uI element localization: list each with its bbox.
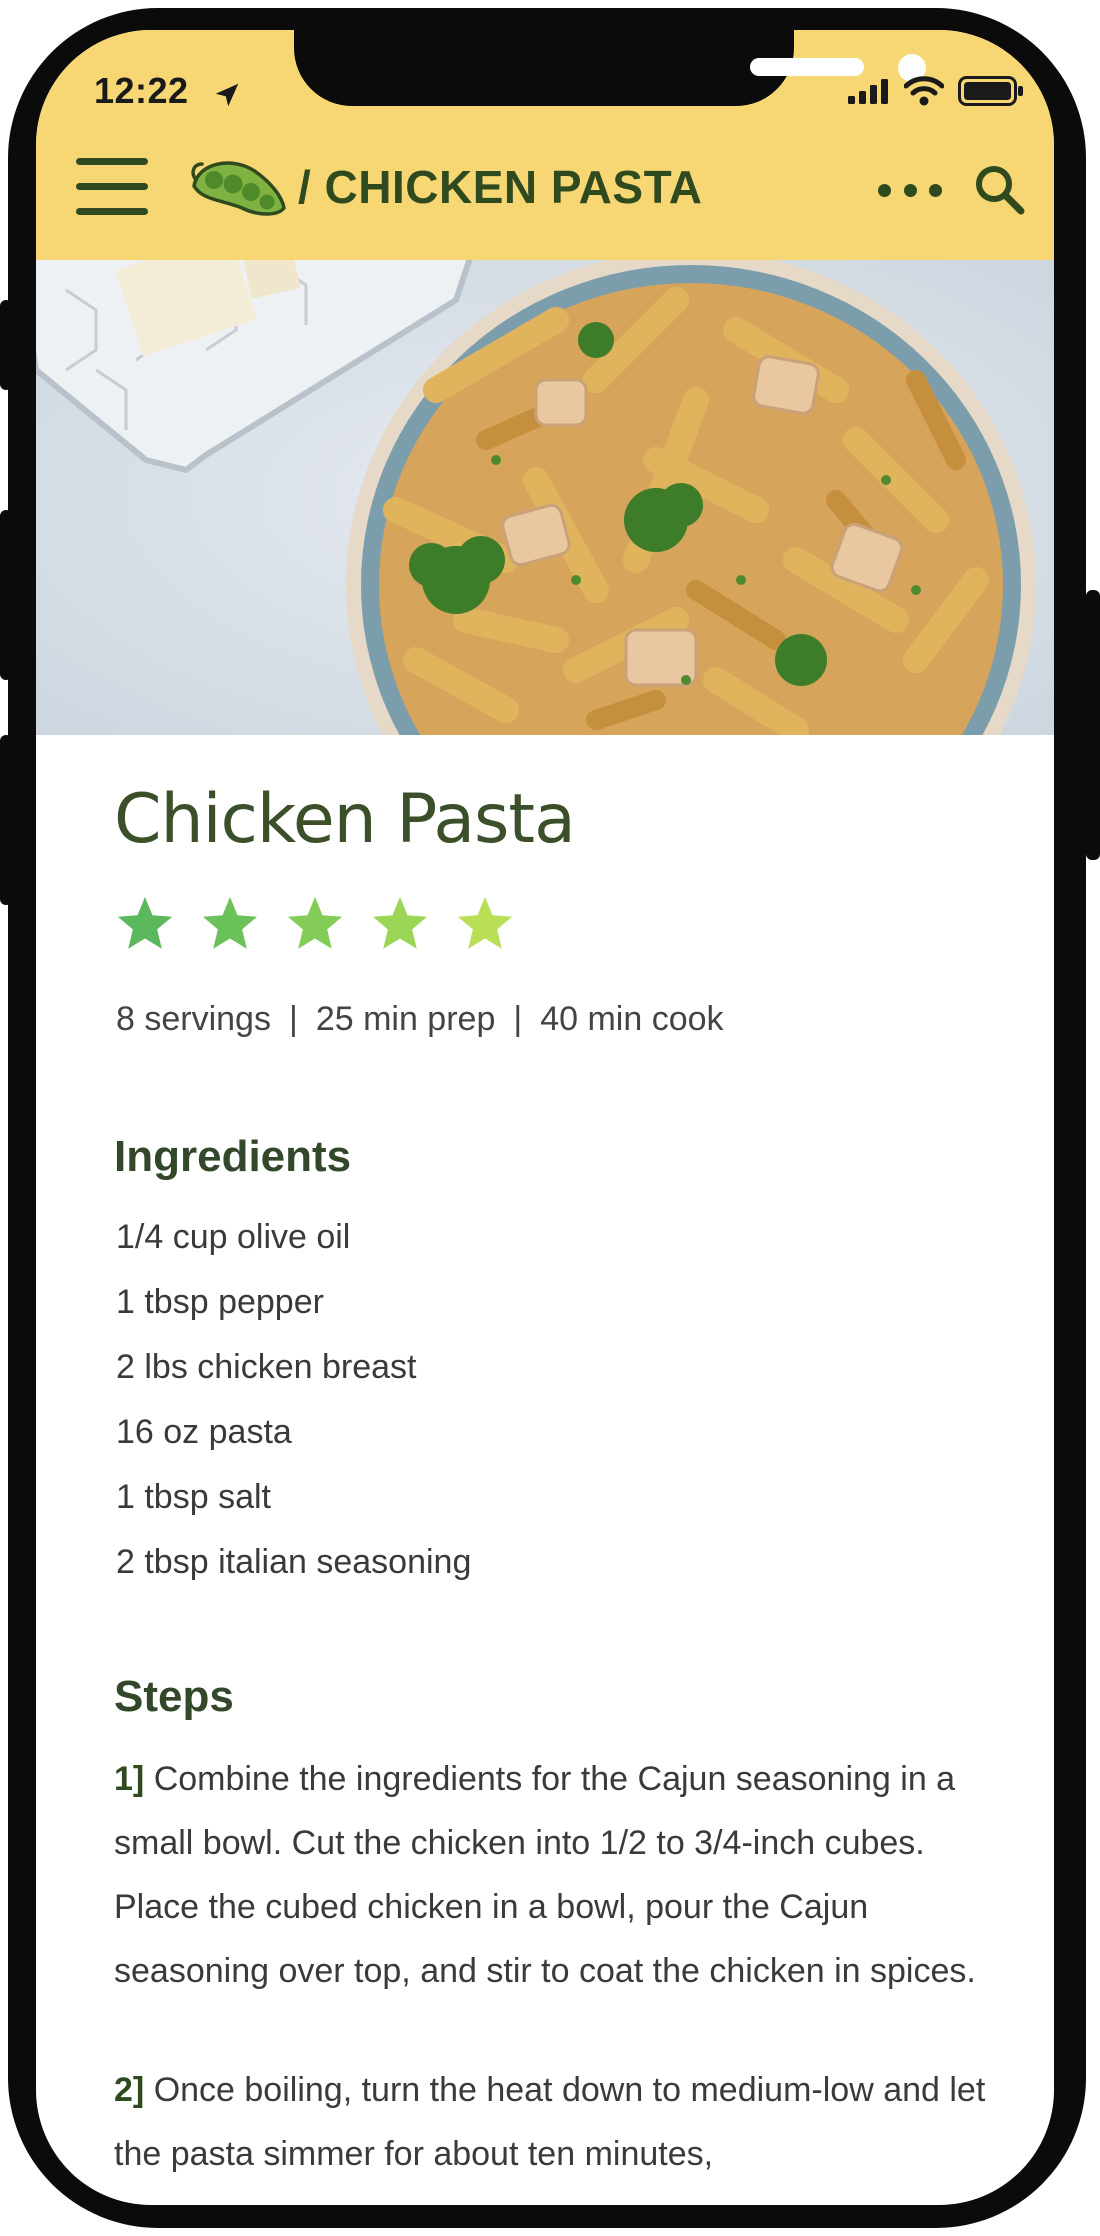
- status-icons: [848, 76, 1024, 106]
- notch: [294, 30, 926, 106]
- ingredient-item: 1 tbsp salt: [116, 1478, 271, 1516]
- star-icon[interactable]: [284, 893, 346, 955]
- step-item: 2] Once boiling, turn the heat down to m…: [114, 2058, 994, 2186]
- cellular-signal-icon: [848, 79, 888, 104]
- search-icon[interactable]: [972, 162, 1026, 216]
- battery-icon: [958, 76, 1023, 106]
- star-icon[interactable]: [454, 893, 516, 955]
- app-title: / CHICKEN PASTA: [298, 161, 703, 213]
- ingredient-item: 2 tbsp italian seasoning: [116, 1543, 472, 1581]
- power-button: [1086, 590, 1100, 860]
- star-rating[interactable]: [114, 893, 516, 955]
- volume-down-button: [0, 735, 12, 905]
- servings: 8 servings: [116, 1000, 271, 1038]
- status-time: 12:22: [94, 70, 189, 111]
- more-icon[interactable]: [878, 170, 942, 210]
- star-icon[interactable]: [199, 893, 261, 955]
- wifi-icon: [904, 76, 944, 106]
- ingredient-item: 2 lbs chicken breast: [116, 1348, 417, 1386]
- step-text: Combine the ingredients for the Cajun se…: [114, 1760, 976, 1990]
- step-item: 1] Combine the ingredients for the Cajun…: [114, 1747, 994, 2003]
- meta-separator: |: [513, 1000, 523, 1038]
- peas-logo[interactable]: [188, 152, 290, 224]
- recipe-meta: 8 servings | 25 min prep | 40 min cook: [116, 1000, 724, 1039]
- step-text: Once boiling, turn the heat down to medi…: [114, 2071, 986, 2173]
- ingredient-item: 1/4 cup olive oil: [116, 1218, 351, 1256]
- cook-time: 40 min cook: [540, 1000, 724, 1038]
- step-number: 1]: [114, 1760, 145, 1798]
- app-header: 12:22 / CHICKEN PASTA: [36, 30, 1054, 260]
- menu-icon[interactable]: [76, 158, 148, 216]
- star-icon[interactable]: [114, 893, 176, 955]
- meta-separator: |: [288, 1000, 298, 1038]
- steps-heading: Steps: [114, 1672, 234, 1721]
- ingredients-heading: Ingredients: [114, 1132, 352, 1181]
- step-number: 2]: [114, 2071, 145, 2109]
- ingredients-list: 1/4 cup olive oil 1 tbsp pepper 2 lbs ch…: [116, 1205, 471, 1595]
- star-icon[interactable]: [369, 893, 431, 955]
- speaker: [750, 58, 864, 76]
- ingredient-item: 16 oz pasta: [116, 1413, 292, 1451]
- ingredient-item: 1 tbsp pepper: [116, 1283, 324, 1321]
- phone-screen: 12:22 / CHICKEN PASTA Chicken Pasta 8 se…: [36, 30, 1054, 2205]
- recipe-photo: [36, 260, 1054, 735]
- steps-list: 1] Combine the ingredients for the Cajun…: [114, 1747, 994, 2205]
- recipe-title: Chicken Pasta: [114, 780, 576, 859]
- mute-switch: [0, 300, 12, 390]
- volume-up-button: [0, 510, 12, 680]
- location-arrow-icon: [215, 83, 239, 107]
- prep-time: 25 min prep: [315, 1000, 496, 1038]
